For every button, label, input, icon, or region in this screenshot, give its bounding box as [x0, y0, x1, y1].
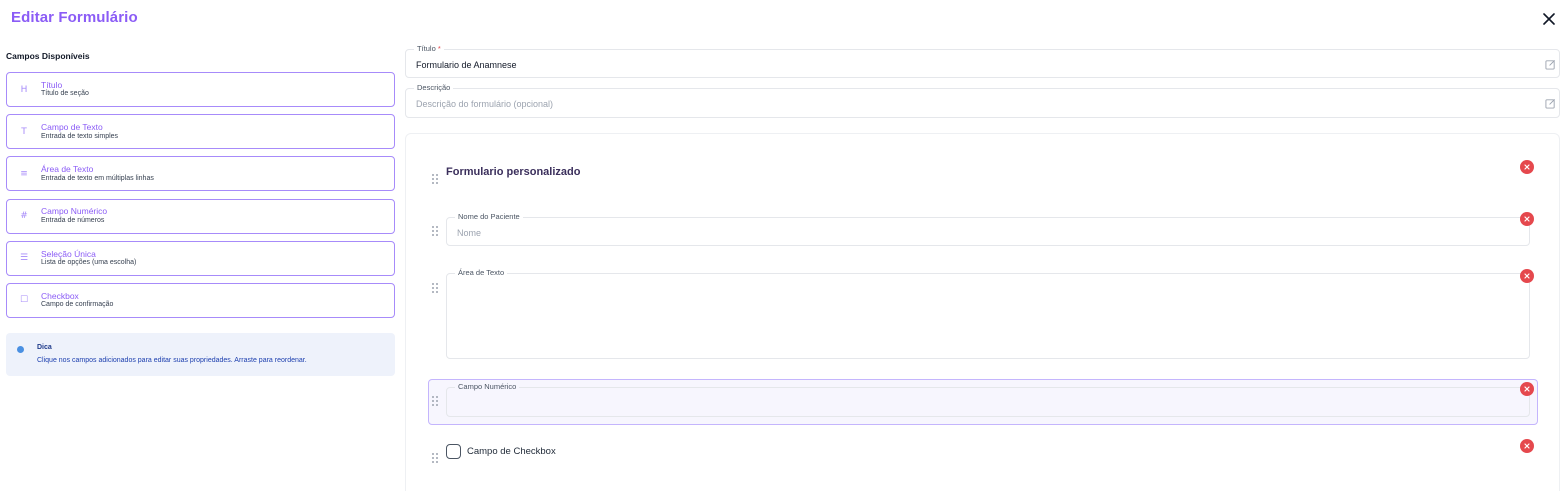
field-card-desc: Entrada de texto simples: [41, 132, 119, 140]
field-card-checkbox[interactable]: ☐ Checkbox Campo de confirmação: [6, 282, 395, 318]
field-card-desc: Título de seção: [41, 90, 89, 98]
close-icon: [1524, 386, 1530, 392]
list-icon: ☰: [19, 253, 29, 264]
drag-handle-icon[interactable]: [431, 452, 439, 464]
field-card-desc: Entrada de texto em múltiplas linhas: [41, 174, 154, 182]
field-card-desc: Campo de confirmação: [41, 301, 114, 309]
textarea-label: Área de Texto: [455, 268, 508, 277]
info-dot-icon: [17, 346, 24, 353]
textarea-field[interactable]: Área de Texto: [446, 268, 1530, 359]
heading-icon: H: [20, 84, 28, 95]
field-card-name: Checkbox: [41, 290, 79, 301]
hash-icon: #: [20, 211, 28, 222]
patient-name-label: Nome do Paciente: [455, 212, 523, 221]
field-card-desc: Lista de opções (uma escolha): [41, 259, 137, 267]
text-icon: T: [21, 126, 27, 137]
field-card-campo-numerico[interactable]: # Campo Numérico Entrada de números: [6, 198, 395, 234]
drag-handle-icon[interactable]: [431, 395, 439, 407]
field-card-campo-de-texto[interactable]: T Campo de Texto Entrada de texto simple…: [6, 114, 395, 150]
form-description-placeholder: Descrição do formulário (opcional): [416, 99, 554, 109]
field-card-name: Campo Numérico: [41, 206, 108, 217]
field-card-desc: Entrada de números: [41, 217, 105, 224]
close-button[interactable]: [1540, 10, 1558, 28]
checkbox-label: Campo de Checkbox: [467, 446, 556, 457]
form-description-field[interactable]: Descrição Descrição do formulário (opcio…: [405, 83, 1560, 118]
form-description-label: Descrição: [414, 83, 454, 92]
edit-icon[interactable]: [1545, 98, 1556, 109]
delete-button[interactable]: [1520, 439, 1534, 453]
patient-name-placeholder: Nome: [457, 228, 482, 238]
checkbox-input[interactable]: [446, 444, 461, 459]
checkbox-icon: ☐: [19, 295, 29, 306]
drag-handle-icon[interactable]: [431, 173, 439, 185]
section-title[interactable]: Formulario personalizado: [446, 166, 580, 178]
number-field[interactable]: Campo Numérico: [446, 382, 1530, 417]
align-left-icon: ≡: [20, 168, 28, 179]
delete-button[interactable]: [1520, 160, 1534, 174]
field-card-titulo[interactable]: H Título Título de seção: [6, 72, 395, 107]
field-card-selecao-unica[interactable]: ☰ Seleção Única Lista de opções (uma esc…: [6, 240, 395, 276]
edit-icon[interactable]: [1545, 59, 1556, 70]
field-card-name: Campo de Texto: [41, 122, 103, 132]
field-card-area-de-texto[interactable]: ≡ Área de Texto Entrada de texto em múlt…: [6, 156, 395, 192]
close-icon: [1524, 443, 1530, 449]
patient-name-field[interactable]: Nome do Paciente Nome: [446, 212, 1530, 246]
available-fields-list: H Título Título de seção T Campo de Text…: [6, 72, 395, 325]
field-card-name: Seleção Única: [41, 248, 96, 259]
available-fields-heading: Campos Disponíveis: [6, 51, 90, 61]
delete-button[interactable]: [1520, 269, 1534, 283]
form-title-label: Título *: [414, 44, 444, 53]
tip-box: Dica Clique nos campos adicionados para …: [6, 333, 395, 376]
drag-handle-icon[interactable]: [431, 225, 439, 237]
field-card-name: Título: [41, 79, 63, 90]
number-field-label: Campo Numérico: [455, 382, 520, 391]
close-icon: [1543, 13, 1555, 25]
close-icon: [1524, 273, 1530, 279]
tip-title: Dica: [37, 344, 52, 351]
field-card-name: Área de Texto: [41, 164, 94, 175]
form-title-value: Formulario de Anamnese: [416, 60, 517, 70]
delete-button[interactable]: [1520, 212, 1534, 226]
close-icon: [1524, 164, 1530, 170]
form-title-field[interactable]: Título * Formulario de Anamnese: [405, 44, 1560, 78]
drag-handle-icon[interactable]: [431, 282, 439, 294]
close-icon: [1524, 216, 1530, 222]
delete-button[interactable]: [1520, 382, 1534, 396]
tip-text: Clique nos campos adicionados para edita…: [37, 357, 307, 364]
dialog-title: Editar Formulário: [11, 9, 138, 26]
